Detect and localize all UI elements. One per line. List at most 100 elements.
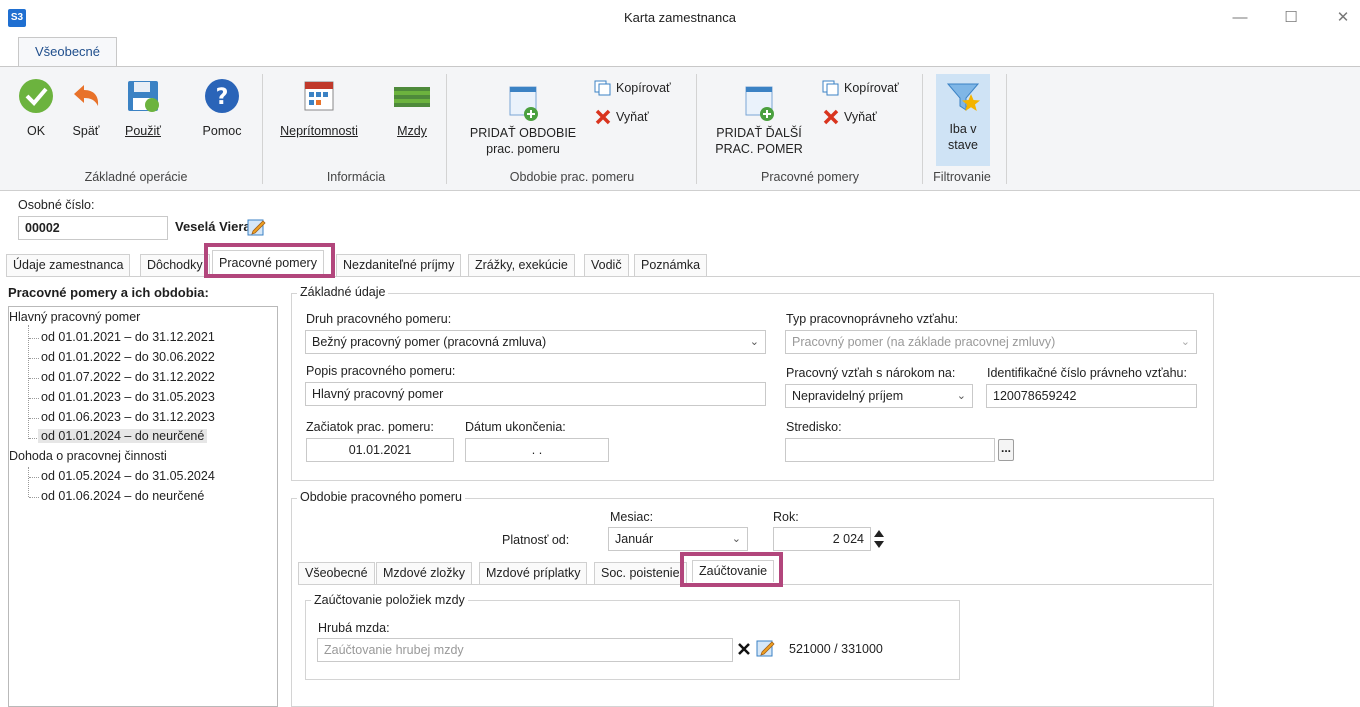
entitlement-select[interactable]: Nepravidelný príjem ⌄ bbox=[785, 384, 973, 408]
svg-text:?: ? bbox=[216, 85, 229, 110]
wages-button[interactable]: Mzdy bbox=[386, 78, 438, 139]
minimize-icon[interactable]: — bbox=[1225, 6, 1255, 30]
month-select[interactable]: Január ⌄ bbox=[608, 527, 748, 551]
tree-item[interactable]: od 01.01.2023 – do 31.05.2023 bbox=[41, 390, 215, 404]
tab-note[interactable]: Poznámka bbox=[634, 254, 708, 276]
add-period-label-2: prac. pomeru bbox=[486, 142, 560, 156]
tab-tax-free-income[interactable]: Nezdaniteľné príjmy bbox=[336, 254, 462, 276]
copy-icon bbox=[594, 80, 611, 96]
absences-button[interactable]: Neprítomnosti bbox=[274, 78, 364, 139]
only-in-state-label-2: stave bbox=[948, 138, 978, 152]
add-period-button[interactable]: PRIDAŤ OBDOBIE prac. pomeru bbox=[460, 82, 586, 157]
personal-number-field[interactable]: 00002 bbox=[18, 216, 168, 240]
chevron-down-icon: ⌄ bbox=[731, 533, 741, 545]
subtab-wage-components[interactable]: Mzdové zložky bbox=[376, 562, 472, 584]
year-field[interactable]: 2 024 bbox=[773, 527, 871, 551]
delete-x-icon bbox=[595, 109, 611, 125]
period-title: Obdobie pracovného pomeru bbox=[297, 490, 465, 504]
copy-period-button[interactable]: Kopírovať bbox=[594, 80, 671, 96]
chevron-down-icon: ⌄ bbox=[956, 390, 966, 402]
tree-node-agreement[interactable]: Dohoda o pracovnej činnosti bbox=[9, 449, 167, 463]
group-separator bbox=[922, 74, 923, 184]
cut-relation-label: Vyňať bbox=[844, 110, 877, 124]
cut-period-button[interactable]: Vyňať bbox=[594, 109, 649, 125]
subtab-wage-supplements[interactable]: Mzdové príplatky bbox=[479, 562, 588, 584]
calendar-people-icon bbox=[304, 81, 334, 111]
ribbon-tab-general[interactable]: Všeobecné bbox=[18, 37, 117, 67]
gross-wage-posting-field[interactable]: Zaúčtovanie hrubej mzdy bbox=[317, 638, 733, 662]
tree-item[interactable]: od 01.06.2024 – do neurčené bbox=[41, 489, 204, 503]
tree-line bbox=[28, 467, 29, 497]
window-title: Karta zamestnanca bbox=[623, 10, 736, 25]
relation-type-value: Pracovný pomer (na základe pracovnej zml… bbox=[792, 335, 1056, 349]
add-relation-button[interactable]: PRIDAŤ ĎALŠÍ PRAC. POMER bbox=[704, 82, 814, 157]
tree-line bbox=[29, 358, 39, 359]
absences-label: Neprítomnosti bbox=[280, 124, 358, 138]
ok-button[interactable]: OK bbox=[16, 78, 56, 139]
only-in-state-label-1: Iba v bbox=[949, 122, 977, 136]
group-separator bbox=[262, 74, 263, 184]
money-icon bbox=[394, 87, 430, 107]
end-date-field[interactable]: . . bbox=[465, 438, 609, 462]
apply-button[interactable]: Použiť bbox=[118, 78, 168, 139]
ok-label: OK bbox=[26, 124, 46, 138]
subtab-general[interactable]: Všeobecné bbox=[298, 562, 375, 584]
copy-period-label: Kopírovať bbox=[616, 81, 671, 95]
tree-line bbox=[29, 477, 39, 478]
tree-item-selected[interactable]: od 01.01.2024 – do neurčené bbox=[38, 429, 208, 443]
chevron-down-icon: ⌄ bbox=[749, 336, 759, 348]
back-button[interactable]: Späť bbox=[64, 78, 108, 139]
year-spinner[interactable] bbox=[873, 528, 885, 550]
tree-line bbox=[29, 418, 39, 419]
cut-relation-button[interactable]: Vyňať bbox=[822, 109, 877, 125]
employee-name: Veselá Viera bbox=[175, 219, 251, 234]
start-date-label: Začiatok prac. pomeru: bbox=[306, 420, 434, 434]
relation-type-label: Typ pracovnoprávneho vzťahu: bbox=[786, 312, 959, 326]
year-label: Rok: bbox=[773, 510, 799, 524]
tab-deductions[interactable]: Zrážky, exekúcie bbox=[468, 254, 575, 276]
group-label-info: Informácia bbox=[326, 170, 386, 184]
tree-line bbox=[29, 338, 39, 339]
entitlement-label: Pracovný vzťah s nárokom na: bbox=[786, 366, 956, 380]
legal-id-field[interactable]: 120078659242 bbox=[986, 384, 1197, 408]
highlight-box bbox=[680, 552, 783, 587]
relation-type-select[interactable]: Pracovný pomer (na základe pracovnej zml… bbox=[785, 330, 1197, 354]
group-label-relations: Pracovné pomery bbox=[761, 170, 859, 184]
maximize-icon[interactable]: ☐ bbox=[1276, 6, 1306, 30]
start-date-field[interactable]: 01.01.2021 bbox=[306, 438, 454, 462]
group-separator bbox=[696, 74, 697, 184]
tree-item[interactable]: od 01.01.2022 – do 30.06.2022 bbox=[41, 350, 215, 364]
tree-line bbox=[28, 325, 29, 439]
edit-icon[interactable] bbox=[247, 217, 267, 237]
save-disk-icon bbox=[128, 81, 159, 112]
tree-item[interactable]: od 01.07.2022 – do 31.12.2022 bbox=[41, 370, 215, 384]
cost-center-field[interactable] bbox=[785, 438, 995, 462]
tree-node-main-relation[interactable]: Hlavný pracovný pomer bbox=[9, 310, 140, 324]
subtab-social-insurance[interactable]: Soc. poistenie bbox=[594, 562, 687, 584]
help-label: Pomoc bbox=[202, 124, 242, 138]
employment-type-value: Bežný pracovný pomer (pracovná zmluva) bbox=[312, 335, 547, 349]
group-label-period: Obdobie prac. pomeru bbox=[509, 170, 635, 184]
group-separator bbox=[1006, 74, 1007, 184]
legal-id-label: Identifikačné číslo právneho vzťahu: bbox=[987, 366, 1187, 380]
tab-driver[interactable]: Vodič bbox=[584, 254, 629, 276]
posting-title: Zaúčtovanie položiek mzdy bbox=[311, 593, 468, 607]
edit-icon[interactable] bbox=[756, 638, 776, 658]
employment-type-select[interactable]: Bežný pracovný pomer (pracovná zmluva) ⌄ bbox=[305, 330, 766, 354]
help-button[interactable]: ? Pomoc bbox=[194, 78, 250, 139]
title-bar: S3 Karta zamestnanca — ☐ ✕ bbox=[0, 0, 1360, 36]
tree-item[interactable]: od 01.01.2021 – do 31.12.2021 bbox=[41, 330, 215, 344]
browse-button[interactable]: ... bbox=[998, 439, 1014, 461]
copy-relation-button[interactable]: Kopírovať bbox=[822, 80, 899, 96]
only-in-state-toggle[interactable]: Iba v stave bbox=[936, 74, 990, 166]
close-icon[interactable]: ✕ bbox=[1328, 6, 1358, 30]
tree-item[interactable]: od 01.05.2024 – do 31.05.2024 bbox=[41, 469, 215, 483]
copy-icon bbox=[822, 80, 839, 96]
clear-icon[interactable] bbox=[737, 641, 751, 657]
gross-wage-accounts: 521000 / 331000 bbox=[789, 642, 883, 656]
description-field[interactable]: Hlavný pracovný pomer bbox=[305, 382, 766, 406]
tab-pensions[interactable]: Dôchodky bbox=[140, 254, 210, 276]
tab-employee-data[interactable]: Údaje zamestnanca bbox=[6, 254, 131, 276]
relations-tree[interactable] bbox=[8, 306, 278, 707]
tree-item[interactable]: od 01.06.2023 – do 31.12.2023 bbox=[41, 410, 215, 424]
